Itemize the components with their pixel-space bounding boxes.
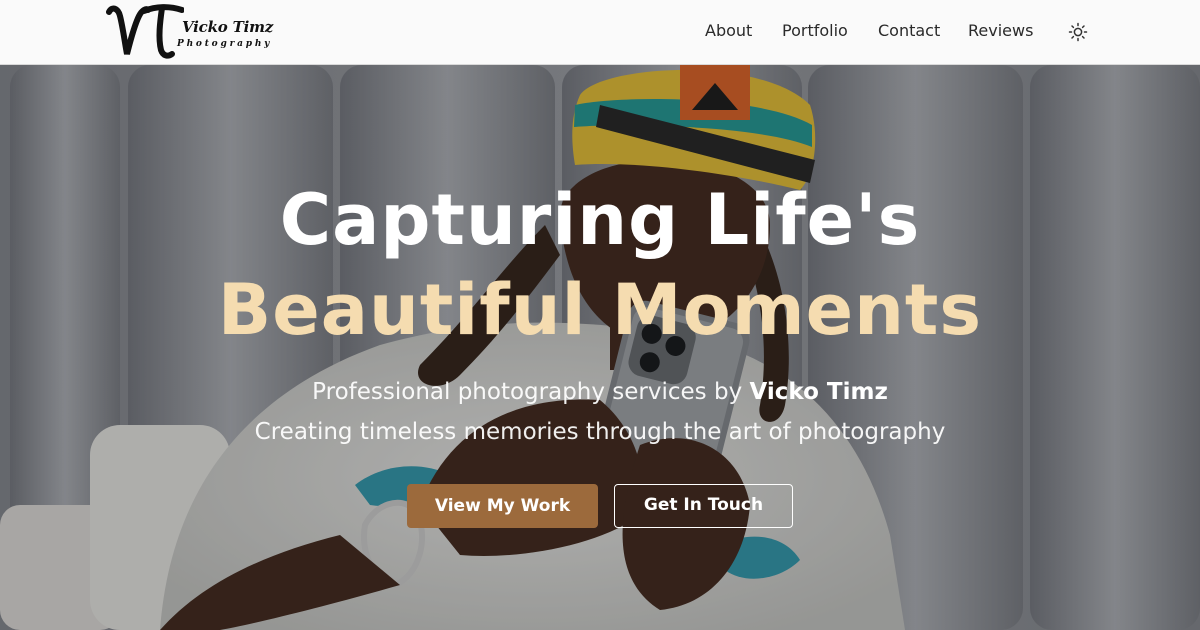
hero-subtitle-name: Vicko Timz bbox=[749, 379, 888, 405]
theme-toggle-button[interactable] bbox=[1066, 20, 1090, 44]
hero-section: Capturing Life's Beautiful Moments Profe… bbox=[0, 65, 1200, 630]
nav-link-reviews[interactable]: Reviews bbox=[968, 21, 1033, 40]
hero-tagline: Creating timeless memories through the a… bbox=[254, 419, 946, 445]
nav-link-contact[interactable]: Contact bbox=[878, 21, 940, 40]
vt-monogram-icon bbox=[106, 4, 184, 59]
hero-subtitle-prefix: Professional photography services by bbox=[312, 379, 750, 405]
view-my-work-button[interactable]: View My Work bbox=[407, 484, 598, 528]
brand-subtitle: Photography bbox=[177, 39, 273, 49]
sun-icon bbox=[1068, 22, 1088, 42]
nav-link-about[interactable]: About bbox=[705, 21, 752, 40]
nav-link-portfolio[interactable]: Portfolio bbox=[782, 21, 848, 40]
get-in-touch-button[interactable]: Get In Touch bbox=[614, 484, 793, 528]
navbar: Vicko Timz Photography About Portfolio C… bbox=[0, 0, 1200, 65]
hero-subtitle: Professional photography services by Vic… bbox=[0, 379, 1200, 405]
brand-logo[interactable]: Vicko Timz Photography bbox=[104, 2, 274, 62]
hero-title-line-2: Beautiful Moments bbox=[217, 269, 983, 351]
hero-title-line-1: Capturing Life's bbox=[279, 179, 921, 261]
brand-name: Vicko Timz bbox=[182, 18, 274, 36]
